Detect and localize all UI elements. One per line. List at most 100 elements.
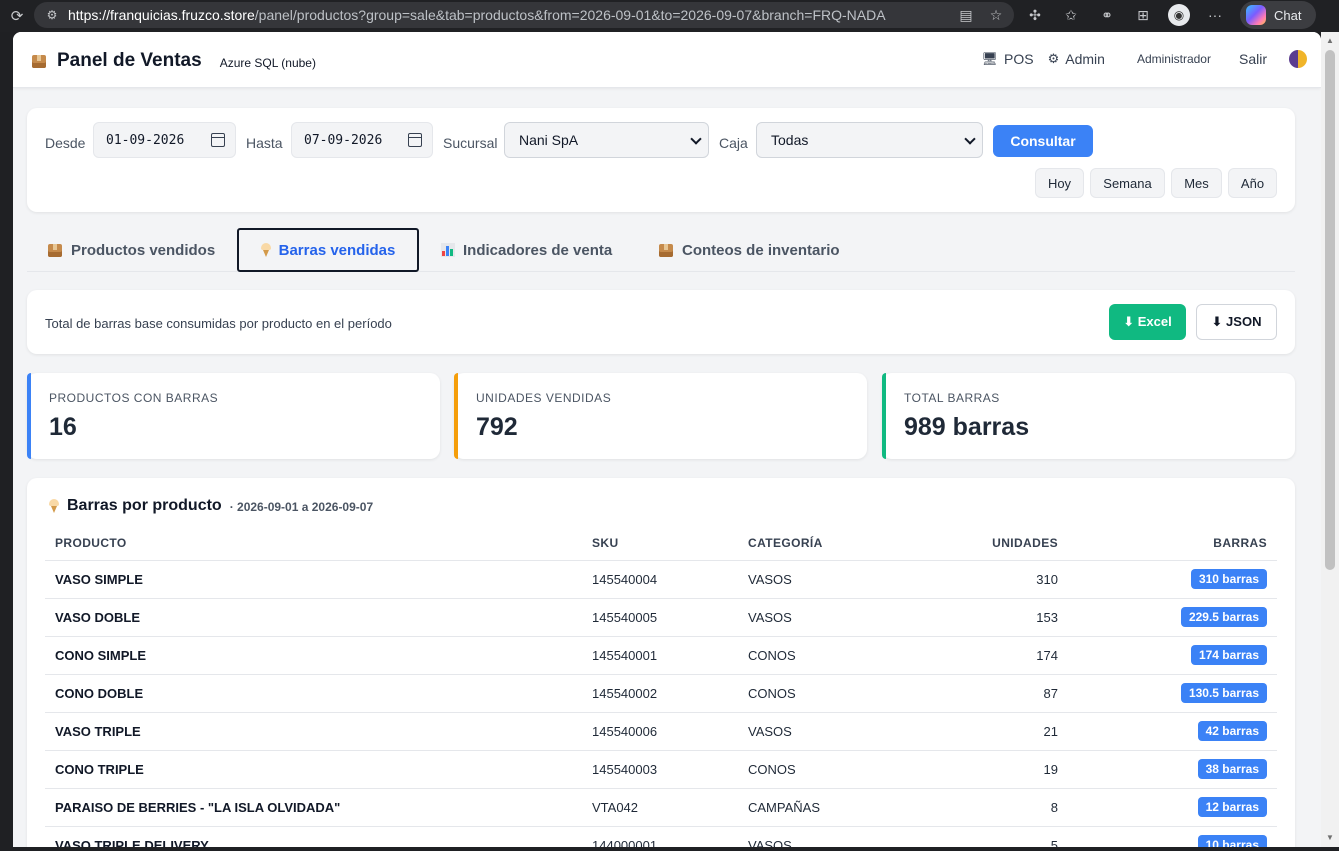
table-row[interactable]: CONO SIMPLE 145540001 CONOS 174 174 barras	[45, 636, 1277, 675]
calendar-icon[interactable]	[211, 133, 225, 147]
barras-badge: 42 barras	[1197, 721, 1267, 741]
date-range: · 2026-09-01 a 2026-09-07	[229, 500, 374, 514]
address-bar[interactable]: ⚙ https://franquicias.fruzco.store/panel…	[34, 2, 1014, 28]
ice-cream-icon	[260, 243, 271, 257]
stat-accent	[882, 373, 886, 459]
cell-sku: 144000001	[582, 826, 738, 847]
gear-icon: ⚙	[1047, 51, 1060, 66]
cell-categoria: CONOS	[738, 750, 908, 789]
sucursal-select[interactable]: Nani SpA	[504, 122, 709, 158]
favorites-icon[interactable]: ✩	[1060, 4, 1082, 26]
stat-card-unidades: UNIDADES VENDIDAS 792	[454, 373, 867, 459]
table-row[interactable]: VASO TRIPLE DELIVERY 144000001 VASOS 5 10 ba…	[45, 826, 1277, 847]
sucursal-label: Sucursal	[443, 135, 498, 151]
calendar-icon[interactable]	[408, 133, 422, 147]
cell-barras: 38 barras	[1068, 750, 1277, 789]
table-row[interactable]: VASO DOBLE 145540005 VASOS 153 229.5 barras	[45, 598, 1277, 637]
stat-label: UNIDADES VENDIDAS	[476, 391, 612, 405]
table-header-row: PRODUCTO SKU CATEGORÍA UNIDADES BARRAS	[45, 526, 1277, 561]
cell-sku: 145540006	[582, 712, 738, 751]
quick-hoy-button[interactable]: Hoy	[1035, 168, 1084, 198]
logout-link[interactable]: Salir	[1239, 51, 1267, 67]
chevron-down-icon	[964, 133, 976, 145]
collections-icon[interactable]: ⊞	[1132, 4, 1154, 26]
profile-avatar-icon[interactable]: ◉	[1168, 4, 1190, 26]
reload-icon[interactable]: ⟳	[6, 5, 28, 27]
cell-producto: VASO TRIPLE	[45, 712, 582, 751]
copilot-chat-button[interactable]: Chat	[1240, 1, 1316, 29]
col-categoria[interactable]: CATEGORÍA	[738, 526, 908, 561]
export-toolbar: Total de barras base consumidas por prod…	[27, 290, 1295, 354]
tab-barras-vendidas[interactable]: Barras vendidas	[237, 228, 419, 272]
barras-table-card: Barras por producto · 2026-09-01 a 2026-…	[27, 478, 1295, 847]
quick-semana-button[interactable]: Semana	[1090, 168, 1165, 198]
table-row[interactable]: CONO DOBLE 145540002 CONOS 87 130.5 barras	[45, 674, 1277, 713]
barras-table: PRODUCTO SKU CATEGORÍA UNIDADES BARRAS V…	[45, 526, 1277, 847]
export-json-button[interactable]: ⬇ JSON	[1196, 304, 1277, 340]
cell-producto: VASO DOBLE	[45, 598, 582, 637]
table-title: Barras por producto · 2026-09-01 a 2026-…	[49, 497, 373, 515]
caja-label: Caja	[719, 135, 748, 151]
hasta-date-input[interactable]: 07-09-2026	[291, 122, 433, 158]
cell-producto: VASO SIMPLE	[45, 560, 582, 599]
cell-categoria: CONOS	[738, 636, 908, 675]
cell-categoria: VASOS	[738, 712, 908, 751]
more-options-icon[interactable]: ···	[1204, 4, 1226, 26]
table-row[interactable]: VASO TRIPLE 145540006 VASOS 21 42 barras	[45, 712, 1277, 751]
table-row[interactable]: VASO SIMPLE 145540004 VASOS 310 310 barras	[45, 560, 1277, 599]
stat-label: PRODUCTOS CON BARRAS	[49, 391, 219, 405]
stat-value: 792	[476, 413, 518, 441]
barras-badge: 174 barras	[1190, 645, 1267, 665]
copilot-logo-icon	[1246, 5, 1266, 25]
col-unidades[interactable]: UNIDADES	[908, 526, 1068, 561]
col-producto[interactable]: PRODUCTO	[45, 526, 582, 561]
quick-mes-button[interactable]: Mes	[1171, 168, 1222, 198]
barras-badge: 310 barras	[1190, 569, 1267, 589]
package-icon	[31, 53, 47, 69]
cell-producto: CONO DOBLE	[45, 674, 582, 713]
extensions-icon[interactable]: ✣	[1024, 4, 1046, 26]
admin-link[interactable]: ⚙ Admin	[1048, 51, 1105, 67]
page-scrollbar[interactable]: ▲ ▼	[1321, 32, 1339, 847]
scroll-down-icon[interactable]: ▼	[1325, 833, 1335, 843]
theme-toggle-icon[interactable]	[1289, 50, 1307, 68]
col-sku[interactable]: SKU	[582, 526, 738, 561]
pos-link[interactable]: 🖥 POS	[982, 51, 1034, 67]
db-subtitle: Azure SQL (nube)	[219, 56, 316, 70]
cell-unidades: 174	[908, 636, 1068, 675]
cell-sku: 145540005	[582, 598, 738, 637]
reader-mode-icon[interactable]: ▤	[956, 5, 976, 25]
favorite-star-icon[interactable]: ☆	[986, 5, 1006, 25]
cell-barras: 10 barras	[1068, 826, 1277, 847]
barras-badge: 12 barras	[1197, 797, 1267, 817]
cell-barras: 12 barras	[1068, 788, 1277, 827]
cell-categoria: VASOS	[738, 560, 908, 599]
cell-unidades: 153	[908, 598, 1068, 637]
tab-indicadores-de-venta[interactable]: Indicadores de venta	[441, 228, 612, 272]
app-viewport: Panel de Ventas Azure SQL (nube) 🖥 POS ⚙…	[13, 32, 1321, 847]
filters-card: Desde 01-09-2026 Hasta 07-09-2026 Sucurs…	[27, 108, 1295, 212]
share-icon[interactable]: ⚭	[1096, 4, 1118, 26]
tab-conteos-de-inventario[interactable]: Conteos de inventario	[658, 228, 840, 272]
cell-producto: CONO SIMPLE	[45, 636, 582, 675]
quick-ano-button[interactable]: Año	[1228, 168, 1277, 198]
tab-productos-vendidos[interactable]: Productos vendidos	[47, 228, 215, 272]
package-icon	[658, 242, 674, 258]
site-info-icon[interactable]: ⚙	[44, 7, 60, 23]
scrollbar-thumb[interactable]	[1325, 50, 1335, 570]
caja-select[interactable]: Todas	[756, 122, 983, 158]
desde-date-input[interactable]: 01-09-2026	[93, 122, 236, 158]
header-nav: 🖥 POS ⚙ Admin Administrador Salir	[968, 50, 1307, 68]
table-row[interactable]: PARAISO DE BERRIES - "LA ISLA OLVIDADA" V…	[45, 788, 1277, 827]
scroll-up-icon[interactable]: ▲	[1325, 36, 1335, 46]
ice-cream-icon	[49, 499, 59, 513]
barras-badge: 130.5 barras	[1180, 683, 1267, 703]
col-barras[interactable]: BARRAS	[1068, 526, 1277, 561]
export-excel-button[interactable]: ⬇ Excel	[1109, 304, 1186, 340]
consultar-button[interactable]: Consultar	[993, 125, 1093, 157]
cell-sku: 145540003	[582, 750, 738, 789]
cell-categoria: VASOS	[738, 598, 908, 637]
table-row[interactable]: CONO TRIPLE 145540003 CONOS 19 38 barras	[45, 750, 1277, 789]
brand[interactable]: Panel de Ventas Azure SQL (nube)	[31, 50, 316, 72]
browser-toolbar: ⟳ ⚙ https://franquicias.fruzco.store/pan…	[0, 0, 1339, 32]
